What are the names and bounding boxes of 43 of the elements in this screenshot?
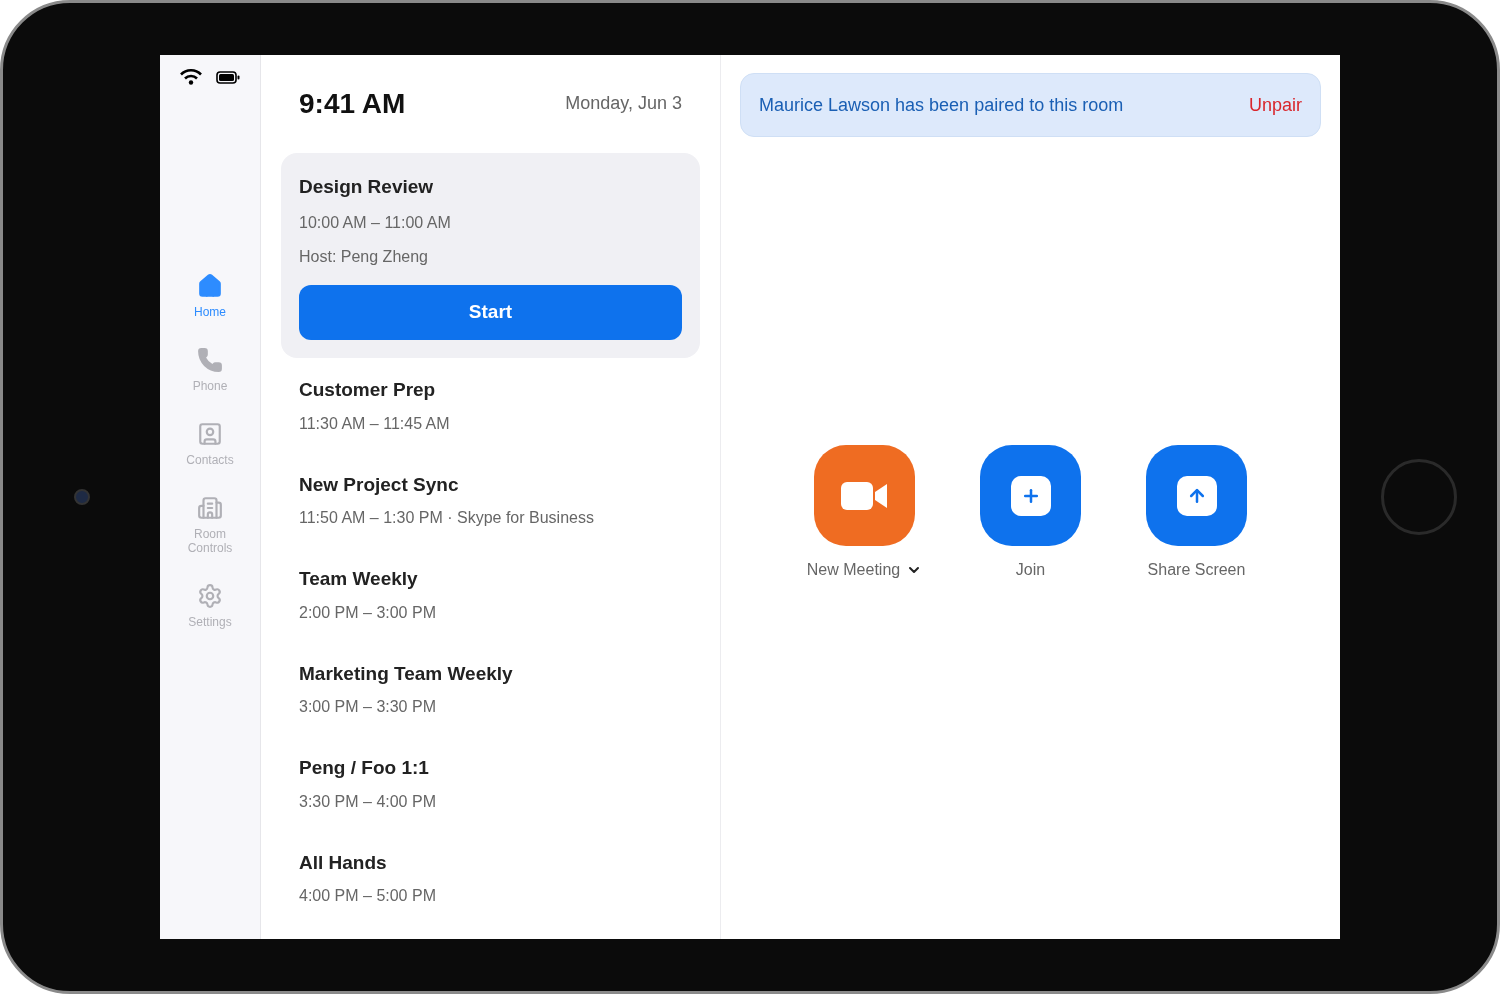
meeting-item[interactable]: New Project Sync 11:50 AM – 1:30 PM · Skype for Business (281, 466, 700, 561)
date-label: Monday, Jun 3 (565, 92, 682, 116)
plus-icon (1010, 475, 1051, 516)
action-button[interactable] (1146, 445, 1247, 546)
meeting-title: New Project Sync (299, 472, 460, 497)
action-label: New Meeting (806, 560, 901, 580)
video-camera-icon (840, 481, 889, 510)
meeting-time: 11:30 AM – 11:45 AM (299, 413, 451, 434)
action-label: Share Screen (1147, 560, 1246, 580)
meeting-title: All Hands (299, 850, 388, 875)
meeting-time: 11:50 AM – 1:30 PM · Skype for Business (299, 508, 595, 528)
home-icon (197, 273, 223, 299)
clock-time: 9:41 AM (299, 86, 406, 121)
nav-tab[interactable]: Home (170, 273, 250, 319)
meeting-title: Design Review (299, 174, 435, 199)
phone-icon (197, 347, 223, 373)
meeting-item[interactable]: Marketing Team Weekly 3:00 PM – 3:30 PM (281, 655, 700, 750)
action-label: Join (1015, 560, 1046, 580)
meeting-title: Marketing Team Weekly (299, 661, 514, 686)
unpair-link[interactable]: Unpair (1248, 91, 1302, 119)
action-button[interactable] (814, 445, 915, 546)
camera-lens (73, 489, 90, 505)
meeting-time: 3:00 PM – 3:30 PM (299, 697, 437, 717)
meeting-time: 10:00 AM – 11:00 AM (299, 213, 452, 233)
action-button[interactable] (980, 445, 1081, 546)
meeting-title: Peng / Foo 1:1 (299, 756, 430, 780)
meeting-item[interactable]: All Hands 4:00 PM – 5:00 PM (281, 844, 700, 939)
contact-card-icon (197, 421, 223, 447)
meeting-item[interactable]: Customer Prep 11:30 AM – 11:45 AM (281, 372, 700, 467)
meeting-title: Team Weekly (299, 567, 419, 591)
wifi-icon (180, 69, 202, 85)
start-button[interactable]: Start (299, 285, 682, 340)
meeting-time: 4:00 PM – 5:00 PM (299, 886, 437, 906)
meeting-time: 2:00 PM – 3:00 PM (299, 602, 437, 623)
meeting-item[interactable]: Peng / Foo 1:1 3:30 PM – 4:00 PM (281, 750, 700, 845)
meeting-host: Host: Peng Zheng (299, 247, 429, 267)
battery-icon (216, 70, 240, 84)
settings-icon (197, 583, 223, 609)
building-icon (197, 495, 223, 521)
pairing-message: Maurice Lawson has been paired to this room (759, 93, 1124, 117)
meeting-time: 3:30 PM – 4:00 PM (299, 791, 437, 812)
meeting-item[interactable]: Team Weekly 2:00 PM – 3:00 PM (281, 561, 700, 656)
meeting-title: Customer Prep (299, 378, 437, 402)
